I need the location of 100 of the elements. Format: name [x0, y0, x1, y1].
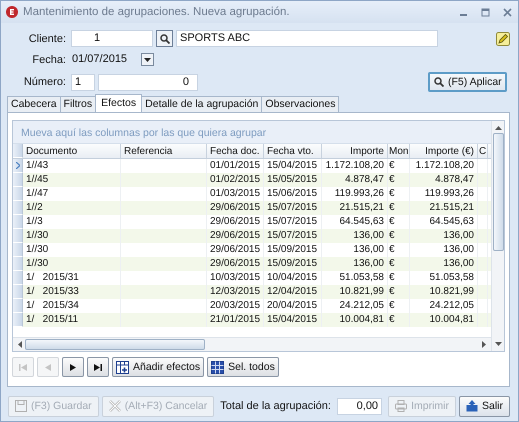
table-cell: 136,00	[410, 257, 478, 271]
column-header[interactable]: Fecha doc.	[207, 144, 264, 158]
dropdown-button[interactable]	[141, 53, 154, 66]
floppy-icon	[15, 400, 27, 412]
row-indicator[interactable]	[13, 299, 23, 313]
client-name-field[interactable]: SPORTS ABC	[176, 30, 438, 47]
search-icon	[160, 34, 170, 44]
tab[interactable]: Filtros	[60, 96, 96, 112]
grid-icon	[211, 360, 224, 374]
table-cell: 10.821,99	[410, 285, 478, 299]
row-indicator[interactable]	[13, 173, 23, 187]
column-header[interactable]: C	[478, 144, 488, 158]
row-indicator[interactable]	[13, 285, 23, 299]
column-header[interactable]: Fecha vto.	[264, 144, 322, 158]
table-cell: €	[388, 257, 410, 271]
caret-icon	[144, 58, 151, 62]
table-cell: 10.004,81	[322, 313, 388, 327]
column-header[interactable]: Importe	[322, 144, 388, 158]
table-cell: 15/07/2015	[264, 201, 322, 215]
series-field[interactable]: 1	[71, 74, 95, 90]
apply-button[interactable]: (F5) Aplicar	[428, 72, 507, 92]
table-cell: €	[388, 201, 410, 215]
table-cell: 01/02/2015	[207, 173, 264, 187]
table-cell: 21.515,21	[322, 201, 388, 215]
table-cell: 29/06/2015	[207, 201, 264, 215]
row-indicator[interactable]	[13, 229, 23, 243]
table-cell: 136,00	[410, 229, 478, 243]
table-cell: 4.878,47	[410, 173, 478, 187]
table-cell: 29/06/2015	[207, 257, 264, 271]
table-cell: 15/05/2015	[264, 173, 322, 187]
search-button[interactable]	[156, 30, 173, 47]
row-indicator[interactable]	[13, 243, 23, 257]
add-button[interactable]: Añadir efectos	[112, 357, 204, 377]
date-field[interactable]: 01/07/2015	[71, 51, 135, 68]
pointer-icon	[16, 162, 20, 169]
field-label: Cliente:	[28, 32, 67, 44]
horizontal-scrollbar[interactable]	[13, 337, 491, 351]
window-title: Mantenimiento de agrupaciones. Nueva agrupación.	[23, 6, 290, 18]
scroll-right-icon	[482, 341, 486, 348]
table-cell: 29/06/2015	[207, 229, 264, 243]
table-cell: 15/09/2015	[264, 257, 322, 271]
nav-button[interactable]	[62, 357, 84, 377]
table-cell: 136,00	[322, 229, 388, 243]
table-cell: 12/04/2015	[264, 285, 322, 299]
table-cell: 4.878,47	[322, 173, 388, 187]
number-field[interactable]: 0	[98, 74, 198, 90]
vertical-scrollbar[interactable]	[491, 121, 504, 351]
exit-button[interactable]: Salir	[458, 396, 510, 416]
row-indicator[interactable]	[13, 271, 23, 285]
row-indicator[interactable]	[13, 159, 23, 173]
table-cell: 1//45	[23, 173, 121, 187]
tab[interactable]: Cabecera	[7, 96, 61, 112]
search-icon	[434, 77, 444, 87]
group-hint: Mueva aquí las columnas por las que quiera agrupar	[13, 121, 491, 144]
first-icon	[19, 364, 27, 370]
next-icon	[69, 364, 77, 370]
field-label: Número:	[22, 76, 67, 88]
table-cell: 10.821,99	[322, 285, 388, 299]
table-cell: 21.515,21	[410, 201, 478, 215]
field-label: Fecha:	[31, 54, 67, 66]
table-cell: €	[388, 229, 410, 243]
table-cell: 1//2	[23, 201, 121, 215]
table-cell: 136,00	[322, 257, 388, 271]
scroll-down-icon	[494, 342, 502, 346]
row-indicator[interactable]	[13, 257, 23, 271]
column-header[interactable]: Documento	[23, 144, 121, 158]
row-indicator[interactable]	[13, 201, 23, 215]
maximize-icon[interactable]	[481, 8, 490, 16]
select-all-button[interactable]: Sel. todos	[207, 357, 279, 377]
column-header[interactable]: Mon	[388, 144, 410, 158]
row-indicator[interactable]	[13, 187, 23, 201]
cross-icon	[108, 400, 121, 412]
scroll-thumb[interactable]	[25, 339, 205, 350]
previous-icon	[44, 364, 52, 370]
column-header[interactable]: Importe (€)	[410, 144, 478, 158]
table-cell: €	[388, 285, 410, 299]
tab[interactable]: Observaciones	[261, 96, 340, 112]
total-field: 0,00	[336, 398, 382, 414]
scroll-thumb[interactable]	[492, 133, 504, 251]
table-cell: €	[388, 173, 410, 187]
tab[interactable]: Detalle de la agrupación	[141, 96, 262, 112]
client-code-field[interactable]: 1	[71, 30, 153, 47]
table-cell: €	[388, 313, 410, 327]
pencil-icon[interactable]	[496, 32, 510, 46]
column-header[interactable]: Referencia	[121, 144, 207, 158]
scroll-left-icon	[18, 341, 22, 348]
row-indicator[interactable]	[13, 313, 23, 327]
table-cell: 1//30	[23, 229, 121, 243]
table-cell: 21/01/2015	[207, 313, 264, 327]
app-icon	[6, 6, 18, 18]
nav-button[interactable]	[87, 357, 109, 377]
row-indicator[interactable]	[13, 215, 23, 229]
table-plus-icon	[116, 360, 129, 374]
scroll-up-icon	[494, 126, 502, 130]
close-icon[interactable]	[503, 8, 512, 16]
table-cell: 1//30	[23, 257, 121, 271]
tab[interactable]: Efectos	[95, 94, 142, 112]
table-cell: 15/07/2015	[264, 229, 322, 243]
table-cell: 15/04/2015	[264, 313, 322, 327]
table-cell: 1/ 2015/33	[23, 285, 121, 299]
